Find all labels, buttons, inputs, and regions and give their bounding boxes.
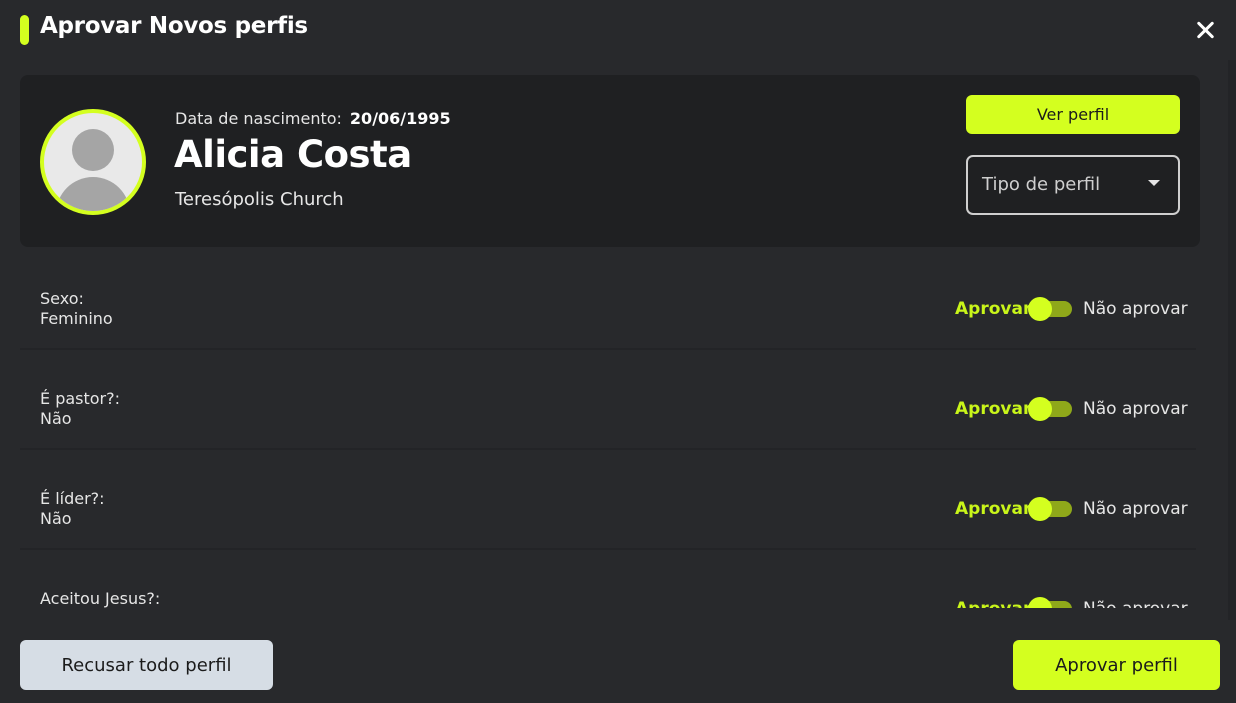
approve-label: Aprovar	[955, 599, 1031, 608]
field-label: Aceitou Jesus?:	[40, 589, 161, 608]
modal-title: Aprovar Novos perfis	[40, 13, 308, 39]
scrollbar[interactable]	[1228, 60, 1236, 620]
field-row-lider: É líder?: Não Aprovar Não aprovar	[20, 450, 1200, 550]
approve-label: Aprovar	[955, 499, 1032, 519]
profile-type-select[interactable]: Tipo de perfil	[966, 155, 1180, 215]
birth-date: Data de nascimento: 20/06/1995	[175, 109, 451, 128]
reject-label: Não aprovar	[1083, 499, 1188, 519]
field-value: Não	[40, 509, 72, 528]
approve-toggle[interactable]	[1028, 597, 1074, 608]
field-label: É líder?:	[40, 489, 105, 508]
field-row-aceitou-jesus: Aceitou Jesus?: Aprovar Não aprovar	[20, 550, 1200, 608]
field-value: Não	[40, 409, 72, 428]
field-label: Sexo:	[40, 289, 84, 308]
approve-profile-button[interactable]: Aprovar perfil	[1013, 640, 1220, 690]
field-row-pastor: É pastor?: Não Aprovar Não aprovar	[20, 350, 1200, 450]
profile-church: Teresópolis Church	[175, 189, 344, 210]
field-row-sexo: Sexo: Feminino Aprovar Não aprovar	[20, 250, 1200, 350]
chevron-down-icon	[1148, 180, 1160, 186]
title-accent-bar	[20, 15, 29, 45]
view-profile-button[interactable]: Ver perfil	[966, 95, 1180, 134]
profile-name: Alicia Costa	[174, 133, 412, 176]
field-value: Feminino	[40, 309, 113, 328]
fields-list[interactable]: Sexo: Feminino Aprovar Não aprovar É pas…	[20, 250, 1200, 608]
approve-toggle[interactable]	[1028, 297, 1074, 321]
approve-toggle[interactable]	[1028, 497, 1074, 521]
close-icon[interactable]	[1190, 15, 1220, 45]
user-avatar-icon	[40, 109, 146, 215]
approve-label: Aprovar	[955, 399, 1032, 419]
reject-label: Não aprovar	[1083, 399, 1188, 419]
approve-toggle[interactable]	[1028, 397, 1074, 421]
reject-label: Não aprovar	[1083, 299, 1188, 319]
reject-label: Não aprovar	[1083, 599, 1188, 608]
approve-label: Aprovar	[955, 299, 1032, 319]
modal-header: Aprovar Novos perfis	[0, 0, 1236, 60]
birth-date-value: 20/06/1995	[349, 109, 451, 128]
birth-date-label: Data de nascimento:	[175, 109, 342, 128]
reject-all-button[interactable]: Recusar todo perfil	[20, 640, 273, 690]
profile-card: Data de nascimento: 20/06/1995 Alicia Cos…	[20, 75, 1200, 247]
field-label: É pastor?:	[40, 389, 121, 408]
profile-type-placeholder: Tipo de perfil	[982, 174, 1101, 195]
